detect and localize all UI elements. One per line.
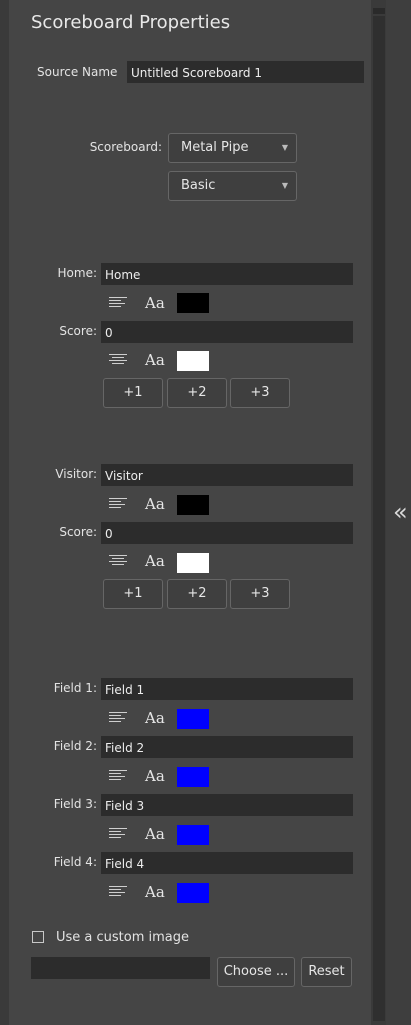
home-score-label: Score:: [59, 324, 97, 338]
field-3-color-swatch[interactable]: [177, 825, 209, 845]
align-left-icon[interactable]: [109, 297, 129, 309]
font-icon[interactable]: Aa: [145, 552, 165, 570]
font-icon[interactable]: Aa: [145, 351, 165, 369]
align-left-icon[interactable]: [109, 886, 129, 898]
scrollbar[interactable]: [373, 16, 385, 1021]
visitor-score-field[interactable]: 0: [101, 522, 353, 544]
field-2-color-swatch[interactable]: [177, 767, 209, 787]
source-name-label: Source Name: [37, 65, 118, 79]
visitor-name-field[interactable]: Visitor: [101, 464, 353, 486]
field-2-label: Field 2:: [53, 739, 97, 753]
scoreboard-variant-value: Basic: [181, 178, 216, 193]
home-plus-3-button[interactable]: +3: [230, 378, 290, 408]
visitor-score-label: Score:: [59, 525, 97, 539]
field-1-color-swatch[interactable]: [177, 709, 209, 729]
align-left-icon[interactable]: [109, 828, 129, 840]
panel-title: Scoreboard Properties: [31, 12, 231, 33]
custom-image-label: Use a custom image: [56, 930, 190, 945]
font-icon[interactable]: Aa: [145, 495, 165, 513]
font-icon[interactable]: Aa: [145, 883, 165, 901]
chevron-down-icon: ▼: [281, 143, 288, 152]
visitor-score-color-swatch[interactable]: [177, 553, 209, 573]
align-left-icon[interactable]: [109, 770, 129, 782]
visitor-color-swatch[interactable]: [177, 495, 209, 515]
align-center-icon[interactable]: [109, 354, 129, 366]
field-4-label: Field 4:: [53, 855, 97, 869]
home-color-swatch[interactable]: [177, 293, 209, 313]
font-icon[interactable]: Aa: [145, 767, 165, 785]
source-name-field[interactable]: Untitled Scoreboard 1: [127, 61, 364, 83]
scoreboard-label: Scoreboard:: [89, 140, 162, 154]
visitor-plus-2-button[interactable]: +2: [167, 579, 227, 609]
custom-image-checkbox[interactable]: [32, 931, 44, 943]
field-4-color-swatch[interactable]: [177, 883, 209, 903]
home-plus-1-button[interactable]: +1: [103, 378, 163, 408]
field-1-label: Field 1:: [53, 681, 97, 695]
field-3-label: Field 3:: [53, 797, 97, 811]
scoreboard-style-value: Metal Pipe: [181, 140, 249, 155]
align-left-icon[interactable]: [109, 712, 129, 724]
custom-image-path-field[interactable]: [31, 957, 210, 979]
align-center-icon[interactable]: [109, 555, 129, 567]
chevron-down-icon: ▼: [281, 181, 288, 190]
choose-image-button[interactable]: Choose ...: [217, 957, 295, 987]
scoreboard-variant-dropdown[interactable]: Basic ▼: [168, 171, 297, 201]
field-2-input[interactable]: Field 2: [101, 736, 353, 758]
reset-image-button[interactable]: Reset: [301, 957, 352, 987]
home-label: Home:: [57, 266, 97, 280]
home-score-field[interactable]: 0: [101, 321, 353, 343]
field-4-input[interactable]: Field 4: [101, 852, 353, 874]
visitor-plus-3-button[interactable]: +3: [230, 579, 290, 609]
home-name-field[interactable]: Home: [101, 263, 353, 285]
collapse-panel-icon[interactable]: «: [393, 500, 408, 524]
visitor-label: Visitor:: [55, 467, 97, 481]
visitor-plus-1-button[interactable]: +1: [103, 579, 163, 609]
font-icon[interactable]: Aa: [145, 709, 165, 727]
field-1-input[interactable]: Field 1: [101, 678, 353, 700]
field-3-input[interactable]: Field 3: [101, 794, 353, 816]
align-left-icon[interactable]: [109, 498, 129, 510]
home-score-color-swatch[interactable]: [177, 351, 209, 371]
font-icon[interactable]: Aa: [145, 825, 165, 843]
scrollbar-cap: [373, 8, 385, 14]
scoreboard-style-dropdown[interactable]: Metal Pipe ▼: [168, 133, 297, 163]
font-icon[interactable]: Aa: [145, 294, 165, 312]
home-plus-2-button[interactable]: +2: [167, 378, 227, 408]
